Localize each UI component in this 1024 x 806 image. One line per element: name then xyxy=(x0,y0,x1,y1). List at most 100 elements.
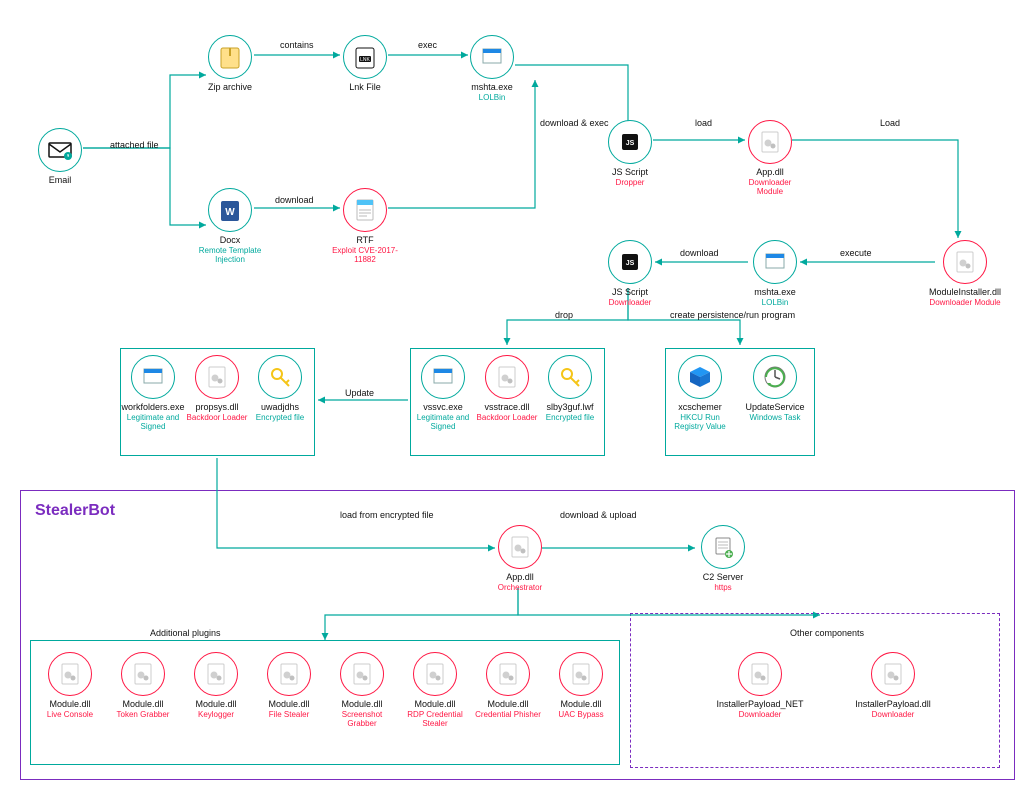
node-rtf: RTF Exploit CVE-2017-11882 xyxy=(330,188,400,264)
dll-icon xyxy=(559,652,603,696)
label: C2 Server xyxy=(688,573,758,583)
task-icon xyxy=(753,355,797,399)
label: App.dll xyxy=(735,168,805,178)
node-m1: Module.dll Live Console xyxy=(35,652,105,720)
edge-execute: execute xyxy=(840,248,872,258)
dll-icon xyxy=(485,355,529,399)
label: Zip archive xyxy=(195,83,265,93)
node-slby: slby3guf.lwf Encrypted file xyxy=(535,355,605,423)
node-zip: Zip archive xyxy=(195,35,265,93)
dll-icon xyxy=(498,525,542,569)
node-m5: Module.dll Screenshot Grabber xyxy=(327,652,397,728)
node-inst2: InstallerPayload.dll Downloader xyxy=(838,652,948,720)
label: RTF xyxy=(330,236,400,246)
dll-icon xyxy=(48,652,92,696)
sublabel: Exploit CVE-2017-11882 xyxy=(330,247,400,265)
edge-dlup: download & upload xyxy=(560,510,637,520)
node-m7: Module.dll Credential Phisher xyxy=(473,652,543,720)
sublabel: Credential Phisher xyxy=(473,711,543,720)
sublabel: LOLBin xyxy=(740,299,810,308)
sublabel: LOLBin xyxy=(457,94,527,103)
label: JS Script xyxy=(595,168,665,178)
dll-icon xyxy=(340,652,384,696)
exe-icon xyxy=(131,355,175,399)
sublabel: Remote Template Injection xyxy=(195,247,265,265)
node-m4: Module.dll File Stealer xyxy=(254,652,324,720)
stealerbot-title: StealerBot xyxy=(35,502,115,520)
node-xcschemer: xcschemer HKCU Run Registry Value xyxy=(665,355,735,431)
label: Email xyxy=(25,176,95,186)
sublabel: Downloader Module xyxy=(735,179,805,197)
dll-icon xyxy=(943,240,987,284)
label: Module.dll xyxy=(108,700,178,710)
dll-icon xyxy=(871,652,915,696)
edge-download2: download xyxy=(680,248,719,258)
label: Module.dll xyxy=(327,700,397,710)
node-mshta2: mshta.exe LOLBin xyxy=(740,240,810,308)
node-vssvc: vssvc.exe Legitimate and Signed xyxy=(408,355,478,431)
sublabel: Keylogger xyxy=(181,711,251,720)
server-icon xyxy=(701,525,745,569)
zip-icon xyxy=(208,35,252,79)
dll-icon xyxy=(267,652,311,696)
node-appdll1: App.dll Downloader Module xyxy=(735,120,805,196)
edge-attached: attached file xyxy=(110,140,159,150)
cube-icon xyxy=(678,355,722,399)
sublabel: Live Console xyxy=(35,711,105,720)
mail-icon xyxy=(38,128,82,172)
dll-icon xyxy=(194,652,238,696)
sublabel: UAC Bypass xyxy=(546,711,616,720)
sublabel: File Stealer xyxy=(254,711,324,720)
label: InstallerPayload.dll xyxy=(838,700,948,710)
node-m2: Module.dll Token Grabber xyxy=(108,652,178,720)
node-vsstrace: vsstrace.dll Backdoor Loader xyxy=(472,355,542,423)
sublabel: Downloader xyxy=(595,299,665,308)
label: slby3guf.lwf xyxy=(535,403,605,413)
edge-update: Update xyxy=(345,388,374,398)
edge-drop: drop xyxy=(555,310,573,320)
sublabel: Screenshot Grabber xyxy=(327,711,397,729)
node-mshta1: mshta.exe LOLBin xyxy=(457,35,527,103)
label: Module.dll xyxy=(254,700,324,710)
sublabel: Legitimate and Signed xyxy=(408,414,478,432)
label: xcschemer xyxy=(665,403,735,413)
node-docx: Docx Remote Template Injection xyxy=(195,188,265,264)
label: InstallerPayload_NET xyxy=(705,700,815,710)
label: Module.dll xyxy=(546,700,616,710)
sublabel: RDP Credential Stealer xyxy=(400,711,470,729)
label: Module.dll xyxy=(400,700,470,710)
doc-icon xyxy=(343,188,387,232)
label: workfolders.exe xyxy=(118,403,188,413)
node-updsvc: UpdateService Windows Task xyxy=(740,355,810,423)
dll-icon xyxy=(486,652,530,696)
sublabel: Token Grabber xyxy=(108,711,178,720)
node-jsdrop: JS Script Dropper xyxy=(595,120,665,188)
label: JS Script xyxy=(595,288,665,298)
js-icon xyxy=(608,120,652,164)
label: Module.dll xyxy=(473,700,543,710)
label: Module.dll xyxy=(181,700,251,710)
exe-icon xyxy=(753,240,797,284)
sublabel: Backdoor Loader xyxy=(182,414,252,423)
key-icon xyxy=(258,355,302,399)
lnk-icon xyxy=(343,35,387,79)
section-other-label: Other components xyxy=(790,628,864,638)
label: mshta.exe xyxy=(457,83,527,93)
sublabel: Orchestrator xyxy=(485,584,555,593)
node-jsdown: JS Script Downloader xyxy=(595,240,665,308)
label: vsstrace.dll xyxy=(472,403,542,413)
sublabel: Backdoor Loader xyxy=(472,414,542,423)
node-m6: Module.dll RDP Credential Stealer xyxy=(400,652,470,728)
edge-loadenc: load from encrypted file xyxy=(340,510,434,520)
js-icon xyxy=(608,240,652,284)
sublabel: HKCU Run Registry Value xyxy=(665,414,735,432)
label: propsys.dll xyxy=(182,403,252,413)
dll-icon xyxy=(413,652,457,696)
node-apporch: App.dll Orchestrator xyxy=(485,525,555,593)
label: Docx xyxy=(195,236,265,246)
edge-exec: exec xyxy=(418,40,437,50)
edge-contains: contains xyxy=(280,40,314,50)
label: App.dll xyxy=(485,573,555,583)
sublabel: Dropper xyxy=(595,179,665,188)
word-icon xyxy=(208,188,252,232)
